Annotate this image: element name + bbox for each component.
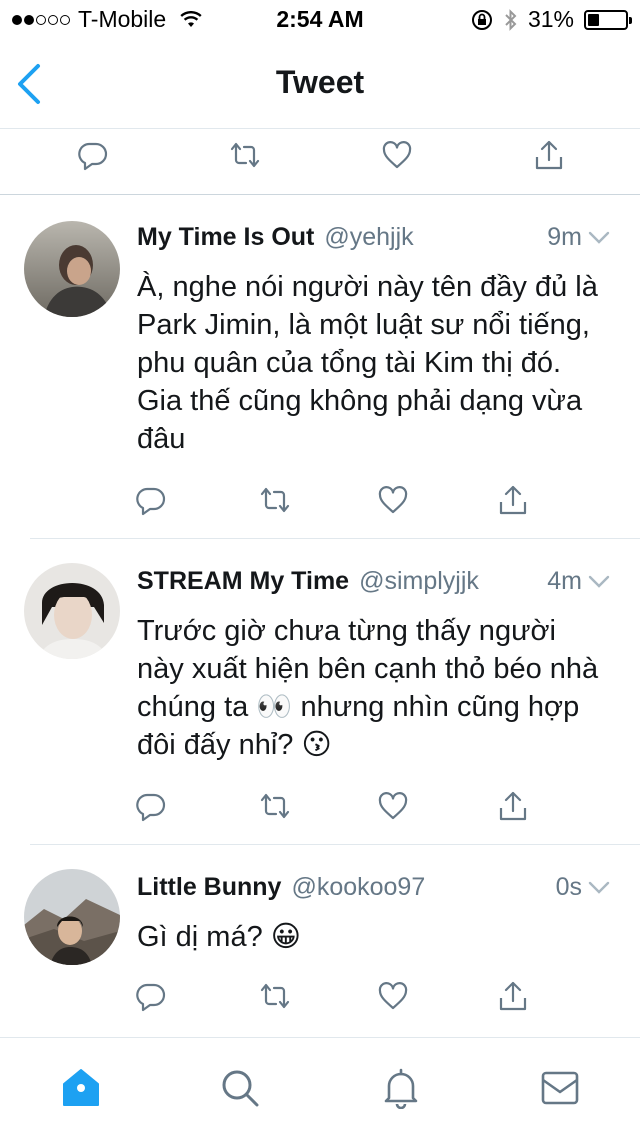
search-icon xyxy=(222,1070,259,1107)
tweet-text: Gì dị má? 😀 xyxy=(137,921,302,953)
reply-button[interactable] xyxy=(130,975,172,1017)
focused-tweet-actions xyxy=(0,128,640,195)
chevron-down-icon[interactable] xyxy=(588,230,610,246)
reply-button[interactable] xyxy=(130,479,172,521)
orientation-lock-icon xyxy=(471,9,492,30)
tweet-text: Trước giờ chưa từng thấy người này xuất … xyxy=(137,615,599,761)
kissing-face-emoji: 😗 xyxy=(301,729,332,761)
share-button[interactable] xyxy=(528,134,570,176)
avatar[interactable] xyxy=(24,869,120,965)
retweet-button[interactable] xyxy=(254,785,296,827)
retweet-icon xyxy=(259,980,291,1012)
page-title: Tweet xyxy=(275,64,365,100)
author-name[interactable]: Little Bunny xyxy=(137,873,281,902)
heart-icon xyxy=(377,980,409,1012)
tab-notifications[interactable] xyxy=(377,1064,425,1112)
status-right: 31% xyxy=(470,6,632,33)
author-name[interactable]: My Time Is Out xyxy=(137,223,314,252)
tab-home[interactable] xyxy=(57,1064,105,1112)
author-handle[interactable]: @kookoo97 xyxy=(291,873,425,902)
share-icon xyxy=(497,790,529,822)
avatar[interactable] xyxy=(24,563,120,659)
retweet-icon xyxy=(229,139,261,171)
author-name[interactable]: STREAM My Time xyxy=(137,567,349,596)
like-button[interactable] xyxy=(372,479,414,521)
retweet-button[interactable] xyxy=(254,975,296,1017)
reply-icon xyxy=(135,484,167,516)
like-button[interactable] xyxy=(376,134,418,176)
heart-icon xyxy=(381,139,413,171)
retweet-icon xyxy=(259,484,291,516)
retweet-button[interactable] xyxy=(224,134,266,176)
reply-button[interactable] xyxy=(130,785,172,827)
action-bar xyxy=(130,785,534,827)
tweet-header: STREAM My Time @simplyjjk 4m xyxy=(137,567,610,596)
battery-icon xyxy=(584,9,632,30)
tab-messages[interactable] xyxy=(536,1064,584,1112)
reply-tweet[interactable]: My Time Is Out @yehjjk 9m À, nghe nói ng… xyxy=(0,195,640,539)
reply-icon xyxy=(135,980,167,1012)
tweet-timestamp: 0s xyxy=(555,873,582,901)
battery-percent: 31% xyxy=(527,6,574,32)
heart-icon xyxy=(377,484,409,516)
action-bar xyxy=(130,479,534,521)
tab-bar xyxy=(0,1037,640,1136)
nav-bar: Tweet xyxy=(0,40,640,129)
eyes-emoji: 👀 xyxy=(256,691,293,723)
chevron-down-icon[interactable] xyxy=(588,880,610,896)
share-icon xyxy=(497,484,529,516)
tweet-header: My Time Is Out @yehjjk 9m xyxy=(137,223,610,252)
tweet-text: À, nghe nói người này tên đầy đủ là Park… xyxy=(137,271,598,455)
reply-tweet[interactable]: STREAM My Time @simplyjjk 4m Trước giờ c… xyxy=(0,539,640,845)
bluetooth-icon xyxy=(505,8,517,31)
author-handle[interactable]: @simplyjjk xyxy=(359,567,479,596)
share-icon xyxy=(497,980,529,1012)
retweet-icon xyxy=(259,790,291,822)
like-button[interactable] xyxy=(372,975,414,1017)
share-icon xyxy=(533,139,565,171)
tab-search[interactable] xyxy=(216,1064,264,1112)
reply-icon xyxy=(135,790,167,822)
reply-tweet[interactable]: Little Bunny @kookoo97 0s Gì dị má? 😀 xyxy=(0,845,640,1035)
status-bar: T-Mobile 2:54 AM 31% xyxy=(0,0,640,40)
share-button[interactable] xyxy=(492,479,534,521)
reply-icon xyxy=(77,139,109,171)
author-handle[interactable]: @yehjjk xyxy=(324,223,413,252)
action-bar xyxy=(130,975,534,1017)
chevron-down-icon[interactable] xyxy=(588,574,610,590)
action-bar xyxy=(72,134,570,176)
reply-button[interactable] xyxy=(72,134,114,176)
heart-icon xyxy=(377,790,409,822)
avatar[interactable] xyxy=(24,221,120,317)
share-button[interactable] xyxy=(492,975,534,1017)
tweet-timestamp: 4m xyxy=(547,567,582,595)
like-button[interactable] xyxy=(372,785,414,827)
share-button[interactable] xyxy=(492,785,534,827)
tweet-header: Little Bunny @kookoo97 0s xyxy=(137,873,610,902)
retweet-button[interactable] xyxy=(254,479,296,521)
messages-icon xyxy=(541,1071,579,1105)
home-icon xyxy=(63,1069,99,1106)
notifications-icon xyxy=(384,1068,418,1109)
grinning-face-emoji: 😀 xyxy=(270,921,302,953)
tweet-timestamp: 9m xyxy=(547,223,582,251)
